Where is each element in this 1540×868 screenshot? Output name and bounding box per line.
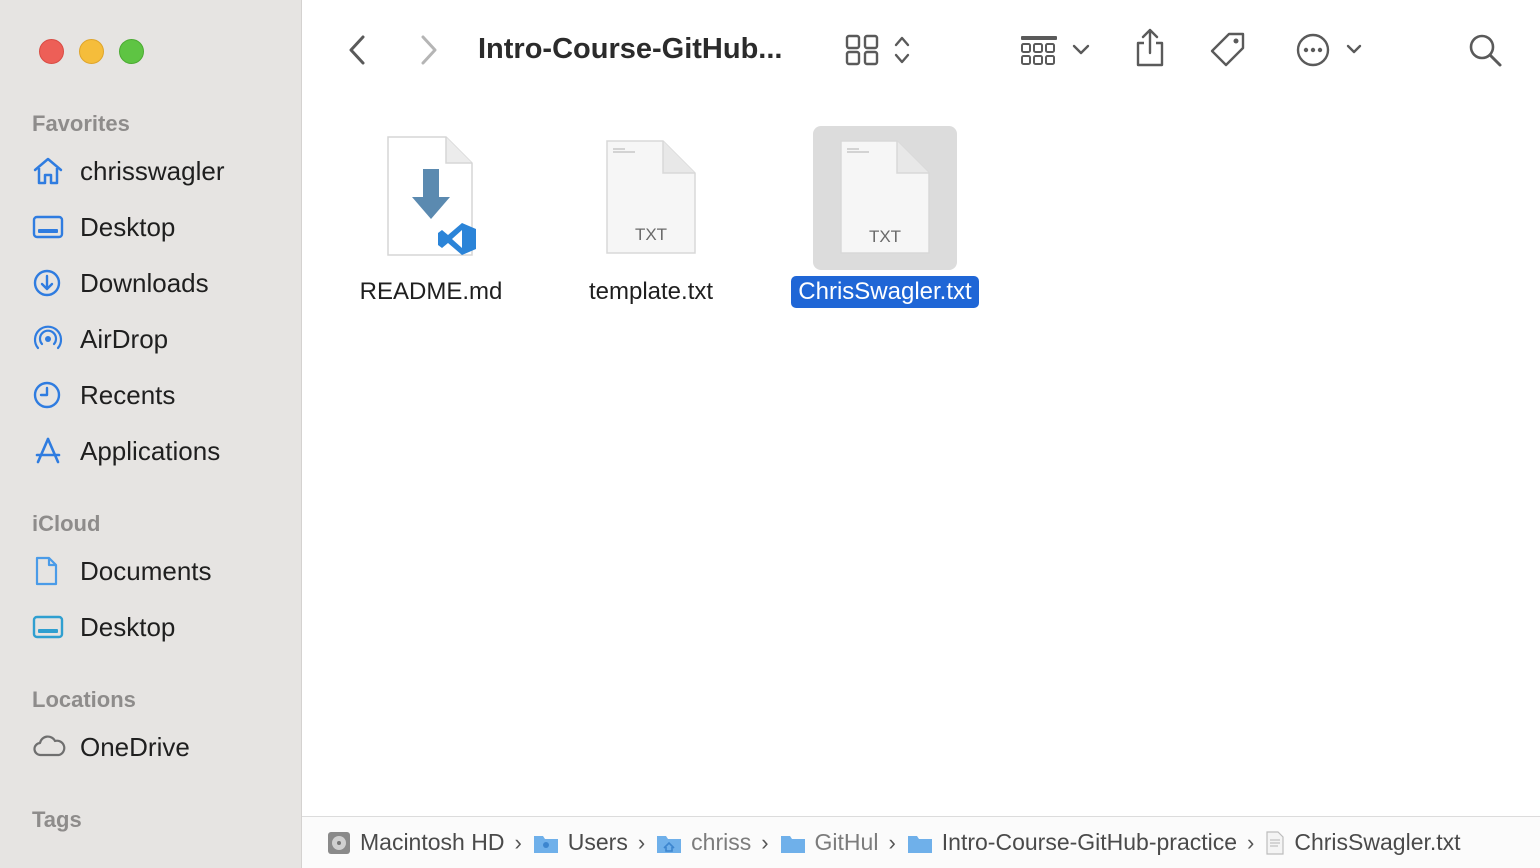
folder-icon <box>906 831 934 855</box>
sidebar-item-label: Desktop <box>80 611 176 642</box>
chevron-right-icon: › <box>637 829 646 855</box>
share-icon <box>1133 27 1167 74</box>
sidebar-section-icloud: iCloud <box>32 511 101 536</box>
sidebar-item-icloud-desktop[interactable]: Desktop <box>32 604 292 650</box>
forward-icon <box>419 34 439 71</box>
sidebar-section-favorites: Favorites <box>32 111 130 136</box>
chevron-right-icon: › <box>514 829 522 855</box>
sidebar-item-applications[interactable]: Applications <box>32 428 292 474</box>
sidebar-item-desktop[interactable]: Desktop <box>32 204 292 250</box>
window-controls <box>39 39 144 64</box>
file-item[interactable]: TXT template.txt <box>578 126 724 308</box>
path-item[interactable]: chriss <box>655 829 751 856</box>
path-item[interactable]: Intro-Course-GitHub-practice <box>906 829 1237 856</box>
sidebar-item-label: Recents <box>80 379 176 410</box>
toolbar: Intro-Course-GitHub... <box>302 0 1540 104</box>
clock-icon <box>32 377 70 413</box>
path-label: chriss <box>691 829 752 855</box>
file-type-badge: TXT <box>868 227 902 246</box>
folder-icon <box>779 831 807 855</box>
tags-button[interactable] <box>1208 32 1248 72</box>
path-label: Macintosh HD <box>360 829 505 855</box>
group-icon <box>1018 33 1094 72</box>
airdrop-icon <box>32 321 70 357</box>
sidebar-item-label: Applications <box>80 435 221 466</box>
path-item[interactable]: GitHul <box>779 829 879 856</box>
finder-window: Favorites chrisswagler Desktop Downloads… <box>0 0 1540 868</box>
sidebar-item-label: OneDrive <box>80 731 190 762</box>
sidebar-section-tags: Tags <box>32 807 82 832</box>
cloud-icon <box>32 729 70 765</box>
applications-icon <box>32 433 70 469</box>
chevron-right-icon: › <box>761 829 769 855</box>
path-item[interactable]: ChrisSwagler.txt <box>1264 829 1461 856</box>
more-actions-button[interactable] <box>1294 33 1370 71</box>
more-icon <box>1294 32 1370 73</box>
search-button[interactable] <box>1466 32 1504 72</box>
view-mode-button[interactable] <box>844 34 920 70</box>
sidebar-item-icloud-documents[interactable]: Documents <box>32 548 292 594</box>
sidebar-item-onedrive[interactable]: OneDrive <box>32 724 292 770</box>
tag-icon <box>1208 30 1248 75</box>
file-name[interactable]: README.md <box>353 276 510 308</box>
back-icon <box>347 34 367 71</box>
sidebar-item-downloads[interactable]: Downloads <box>32 260 292 306</box>
folder-users-icon <box>532 831 560 855</box>
sidebar: Favorites chrisswagler Desktop Downloads… <box>0 0 302 868</box>
file-area[interactable]: README.md TXT template.txt TXT ChrisSwag… <box>302 104 1540 816</box>
sidebar-section-locations: Locations <box>32 687 136 712</box>
file-thumbnail[interactable] <box>359 126 503 270</box>
path-item[interactable]: Macintosh HD <box>326 829 504 857</box>
path-item[interactable]: Users <box>532 829 628 856</box>
path-label: Users <box>567 829 628 855</box>
file-item-selected[interactable]: TXT ChrisSwagler.txt <box>786 126 984 308</box>
text-file-icon <box>1264 830 1286 856</box>
file-name[interactable]: ChrisSwagler.txt <box>791 276 979 308</box>
back-button[interactable] <box>342 34 372 70</box>
path-label: GitHul <box>814 829 879 855</box>
path-bar: Macintosh HD › Users › chriss › GitHul › <box>302 816 1540 868</box>
path-label: Intro-Course-GitHub-practice <box>941 829 1238 855</box>
sidebar-item-label: chrisswagler <box>80 155 225 186</box>
folder-home-icon <box>655 831 683 855</box>
share-button[interactable] <box>1132 28 1168 72</box>
search-icon <box>1467 32 1503 73</box>
close-window-button[interactable] <box>39 39 64 64</box>
document-icon <box>32 553 70 589</box>
minimize-window-button[interactable] <box>79 39 104 64</box>
sidebar-item-home[interactable]: chrisswagler <box>32 148 292 194</box>
file-type-badge: TXT <box>634 225 668 244</box>
sidebar-item-airdrop[interactable]: AirDrop <box>32 316 292 362</box>
vscode-markdown-file-icon <box>376 131 486 266</box>
downloads-icon <box>32 265 70 301</box>
group-button[interactable] <box>1018 34 1094 70</box>
file-name[interactable]: template.txt <box>582 276 720 308</box>
window-title: Intro-Course-GitHub... <box>478 33 783 65</box>
desktop-icon <box>32 609 70 645</box>
icon-view-icon <box>844 33 920 72</box>
sidebar-item-label: Documents <box>80 555 212 586</box>
home-icon <box>32 153 70 189</box>
sidebar-item-recents[interactable]: Recents <box>32 372 292 418</box>
path-label: ChrisSwagler.txt <box>1294 829 1461 855</box>
chevron-right-icon: › <box>1247 829 1255 855</box>
file-thumbnail[interactable]: TXT <box>579 126 723 270</box>
sidebar-item-label: Downloads <box>80 267 209 298</box>
chevron-right-icon: › <box>888 829 896 855</box>
sidebar-item-label: Desktop <box>80 211 176 242</box>
forward-button[interactable] <box>414 34 444 70</box>
disk-icon <box>326 829 352 857</box>
desktop-icon <box>32 209 70 245</box>
sidebar-item-label: AirDrop <box>80 323 169 354</box>
file-item[interactable]: README.md <box>358 126 504 308</box>
file-thumbnail[interactable]: TXT <box>813 126 957 270</box>
zoom-window-button[interactable] <box>119 39 144 64</box>
